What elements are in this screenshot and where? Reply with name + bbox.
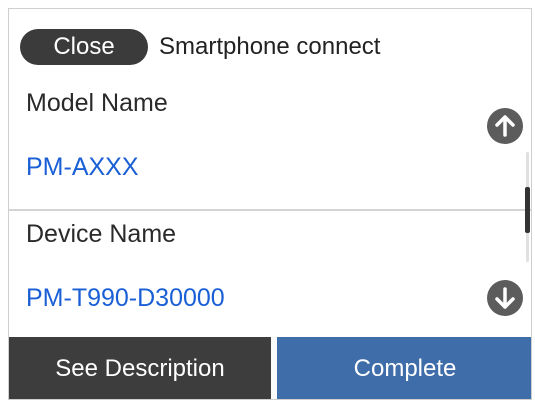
model-name-label: Model Name	[26, 89, 168, 117]
page-title: Smartphone connect	[159, 33, 381, 60]
arrow-up-icon[interactable]	[487, 108, 523, 144]
smartphone-connect-panel: Close Smartphone connect Model Name PM-A…	[8, 8, 532, 400]
divider	[9, 209, 531, 211]
see-description-button[interactable]: See Description	[9, 337, 271, 399]
device-name-label: Device Name	[26, 220, 177, 248]
device-name-value: PM-T990-D30000	[26, 284, 225, 312]
close-button[interactable]: Close	[20, 29, 148, 65]
header-bar: Close Smartphone connect	[9, 9, 531, 82]
scrollbar-thumb[interactable]	[525, 187, 530, 233]
info-list[interactable]: Model Name PM-AXXX Device Name PM-T990-D…	[9, 81, 531, 337]
footer-bar: See Description Complete	[9, 337, 531, 399]
complete-button[interactable]: Complete	[277, 337, 531, 399]
arrow-down-icon[interactable]	[487, 280, 523, 316]
model-name-value: PM-AXXX	[26, 153, 139, 181]
